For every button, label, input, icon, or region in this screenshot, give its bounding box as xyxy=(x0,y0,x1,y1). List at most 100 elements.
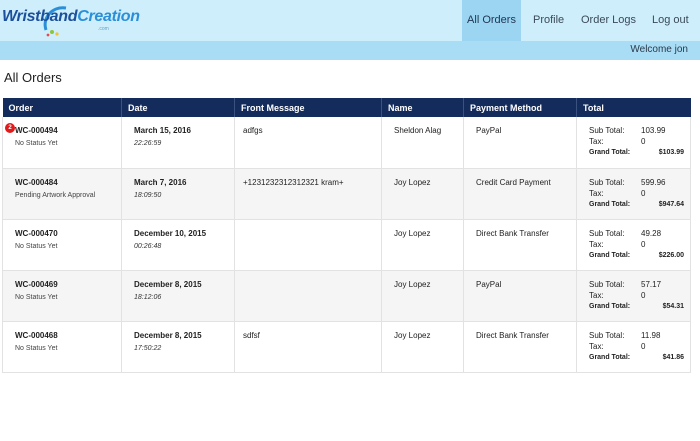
payment-cell: Direct Bank Transfer xyxy=(463,321,577,373)
order-time: 22:26:59 xyxy=(134,140,162,147)
payment-cell: Credit Card Payment xyxy=(463,168,577,220)
sub-total-value: 103.99 xyxy=(641,126,666,135)
page-title: All Orders xyxy=(4,70,62,85)
total-cell: Sub Total: 11.98 Tax: 0 Grand Total: $41.86 xyxy=(576,321,691,373)
sub-total-label: Sub Total: xyxy=(589,330,625,340)
tax-value: 0 xyxy=(641,290,646,300)
grand-total-label: Grand Total: xyxy=(589,353,631,361)
table-row[interactable]: WC-000470 No Status Yet December 10, 201… xyxy=(2,219,691,271)
table-row[interactable]: 2 WC-000494 No Status Yet March 15, 2016… xyxy=(2,117,691,169)
customer-name: Joy Lopez xyxy=(394,279,431,289)
payment-cell: Direct Bank Transfer xyxy=(463,219,577,271)
name-cell: Joy Lopez xyxy=(381,168,464,220)
front-message: sdfsf xyxy=(243,330,260,340)
grand-total-line: Grand Total: $103.99 xyxy=(589,147,690,158)
sub-total-label: Sub Total: xyxy=(589,228,625,238)
order-cell: WC-000469 No Status Yet xyxy=(2,270,122,322)
sub-total-line: Sub Total: 57.17 xyxy=(589,279,690,290)
date-cell: December 8, 2015 18:12:06 xyxy=(121,270,235,322)
total-cell: Sub Total: 103.99 Tax: 0 Grand Total: $103.… xyxy=(576,117,691,169)
table-row[interactable]: WC-000469 No Status Yet December 8, 2015… xyxy=(2,270,691,322)
front-message-cell: adfgs xyxy=(234,117,382,169)
nav-log-out[interactable]: Log out xyxy=(640,0,700,41)
grand-total-label: Grand Total: xyxy=(589,149,631,156)
main-nav: All Orders Profile Order Logs Log out xyxy=(462,0,700,41)
tax-value: 0 xyxy=(641,137,646,146)
customer-name: Joy Lopez xyxy=(394,228,431,238)
payment-method: Credit Card Payment xyxy=(476,177,551,187)
order-date: March 15, 2016 xyxy=(134,126,191,135)
front-message: +1231232312312321 kram+ xyxy=(243,177,344,187)
grand-total-line: Grand Total: $226.00 xyxy=(589,250,690,261)
name-cell: Joy Lopez xyxy=(381,270,464,322)
order-status: No Status Yet xyxy=(15,293,58,301)
order-id-link[interactable]: WC-000494 xyxy=(15,126,121,135)
payment-method: Direct Bank Transfer xyxy=(476,330,549,340)
column-header-total: Total xyxy=(576,98,691,117)
customer-name: Joy Lopez xyxy=(394,177,431,187)
order-id-link[interactable]: WC-000468 xyxy=(15,331,121,340)
sub-total-line: Sub Total: 599.96 xyxy=(589,177,690,188)
logo-domain-suffix: .com xyxy=(98,26,109,32)
table-header-row: Order Date Front Message Name Payment Me… xyxy=(2,98,691,117)
order-cell: 2 WC-000494 No Status Yet xyxy=(2,117,122,169)
payment-method: Direct Bank Transfer xyxy=(476,228,549,238)
column-header-name: Name xyxy=(381,98,464,117)
order-id-link[interactable]: WC-000469 xyxy=(15,280,121,289)
order-id-link[interactable]: WC-000470 xyxy=(15,229,121,238)
front-message-cell xyxy=(234,270,382,322)
tax-label: Tax: xyxy=(589,137,604,146)
tax-line: Tax: 0 xyxy=(589,239,690,250)
grand-total-value: $54.31 xyxy=(662,302,684,310)
grand-total-value: $103.99 xyxy=(658,149,684,156)
nav-order-logs[interactable]: Order Logs xyxy=(569,0,640,41)
welcome-bar: Welcome jon xyxy=(0,41,700,60)
logo-wordmark: WristbandCreation xyxy=(2,8,140,26)
grand-total-line: Grand Total: $947.64 xyxy=(589,199,690,210)
payment-cell: PayPal xyxy=(463,270,577,322)
nav-profile[interactable]: Profile xyxy=(521,0,569,41)
tax-label: Tax: xyxy=(589,290,604,300)
sub-total-line: Sub Total: 11.98 xyxy=(589,330,690,341)
grand-total-label: Grand Total: xyxy=(589,302,631,310)
grand-total-label: Grand Total: xyxy=(589,200,631,208)
order-status: No Status Yet xyxy=(15,140,58,147)
welcome-message: Welcome jon xyxy=(630,44,688,55)
wristbandcreation-logo[interactable]: WristbandCreation .com xyxy=(2,4,140,38)
nav-all-orders[interactable]: All Orders xyxy=(462,0,521,41)
table-row[interactable]: WC-000484 Pending Artwork Approval March… xyxy=(2,168,691,220)
payment-cell: PayPal xyxy=(463,117,577,169)
order-time: 00:26:48 xyxy=(134,242,162,250)
customer-name: Joy Lopez xyxy=(394,330,431,340)
name-cell: Joy Lopez xyxy=(381,321,464,373)
column-header-front-message: Front Message xyxy=(234,98,382,117)
date-cell: December 10, 2015 00:26:48 xyxy=(121,219,235,271)
total-cell: Sub Total: 57.17 Tax: 0 Grand Total: $54.31 xyxy=(576,270,691,322)
orders-table: Order Date Front Message Name Payment Me… xyxy=(2,98,691,373)
table-row[interactable]: WC-000468 No Status Yet December 8, 2015… xyxy=(2,321,691,373)
order-id-link[interactable]: WC-000484 xyxy=(15,178,121,187)
order-date: December 10, 2015 xyxy=(134,228,207,238)
order-cell: WC-000470 No Status Yet xyxy=(2,219,122,271)
date-cell: March 15, 2016 22:26:59 xyxy=(121,117,235,169)
tax-line: Tax: 0 xyxy=(589,341,690,352)
front-message-cell xyxy=(234,219,382,271)
front-message-cell: sdfsf xyxy=(234,321,382,373)
grand-total-line: Grand Total: $54.31 xyxy=(589,301,690,312)
date-cell: March 7, 2016 18:09:50 xyxy=(121,168,235,220)
grand-total-line: Grand Total: $41.86 xyxy=(589,352,690,363)
sub-total-value: 49.28 xyxy=(641,228,662,238)
tax-value: 0 xyxy=(641,188,646,198)
sub-total-label: Sub Total: xyxy=(589,177,625,187)
tax-label: Tax: xyxy=(589,341,604,351)
front-message-cell: +1231232312312321 kram+ xyxy=(234,168,382,220)
sub-total-label: Sub Total: xyxy=(589,126,625,135)
tax-value: 0 xyxy=(641,239,646,249)
tax-value: 0 xyxy=(641,341,646,351)
total-cell: Sub Total: 599.96 Tax: 0 Grand Total: $947.… xyxy=(576,168,691,220)
order-status: No Status Yet xyxy=(15,344,58,352)
tax-label: Tax: xyxy=(589,188,604,198)
tax-label: Tax: xyxy=(589,239,604,249)
name-cell: Joy Lopez xyxy=(381,219,464,271)
logo-word-wristband: Wristband xyxy=(2,8,78,25)
